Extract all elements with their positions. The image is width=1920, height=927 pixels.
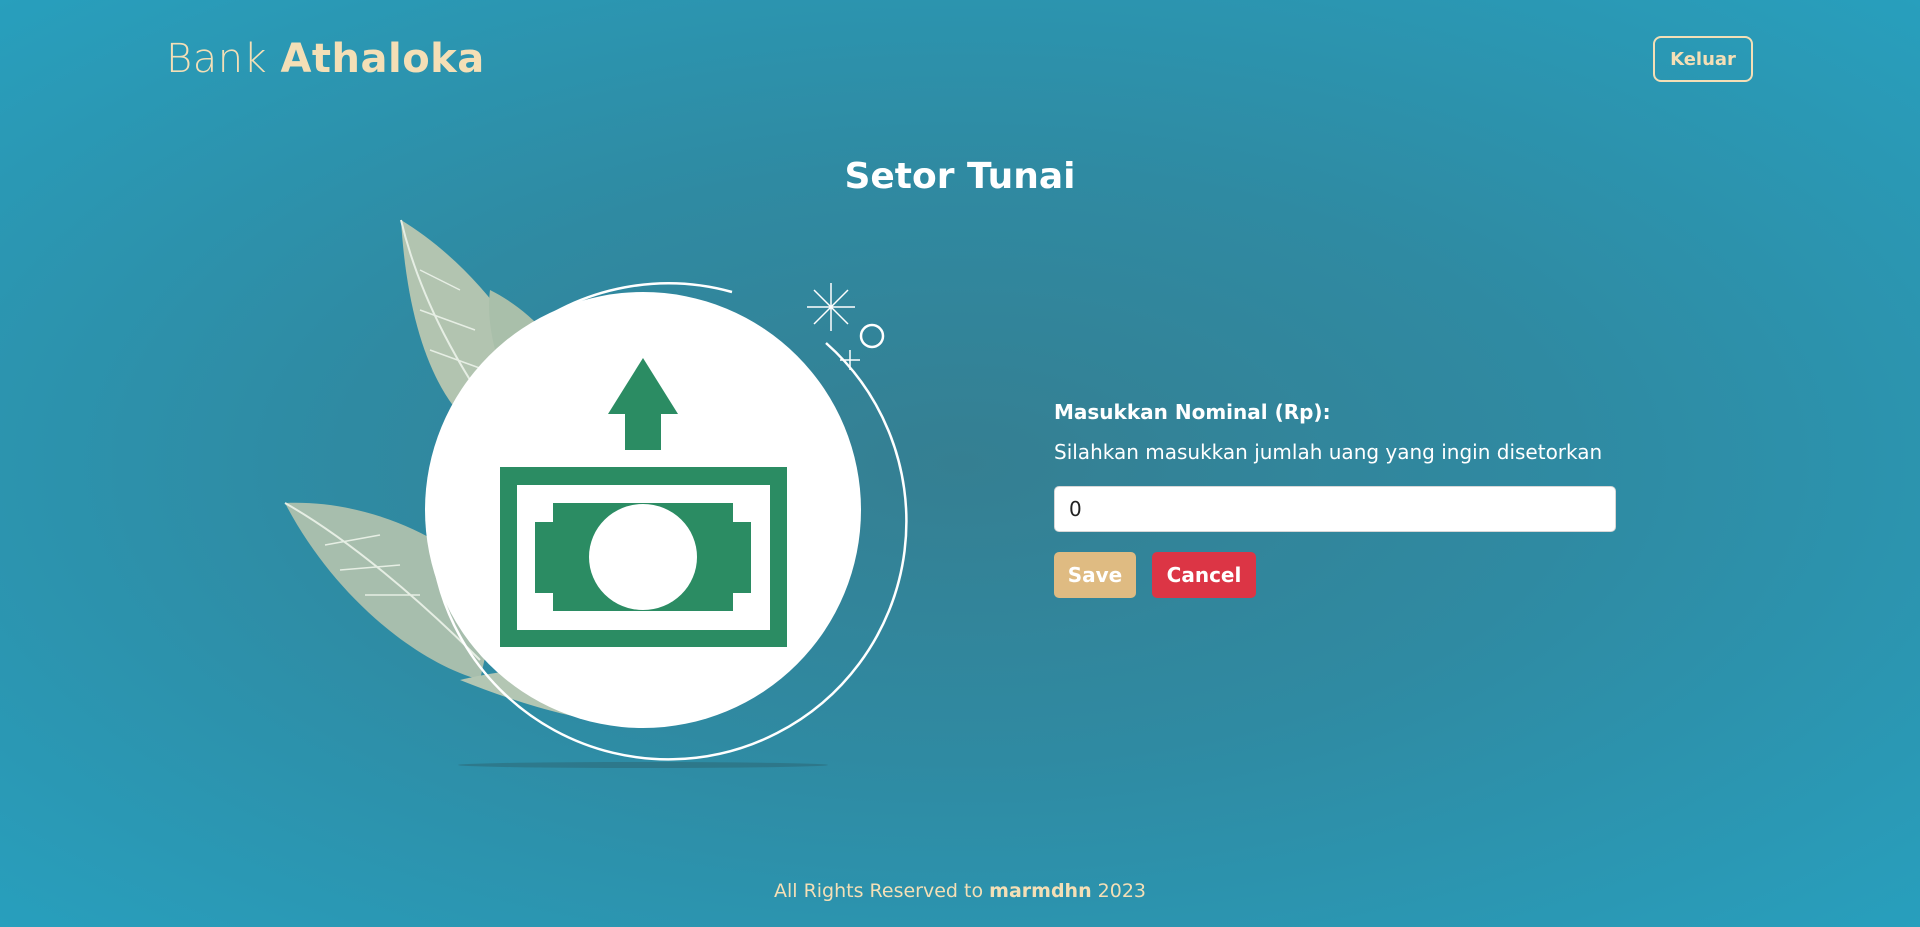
page-title: Setor Tunai — [844, 156, 1076, 197]
cancel-button[interactable]: Cancel — [1152, 552, 1256, 598]
cash-deposit-icon — [284, 219, 908, 768]
deposit-form: Masukkan Nominal (Rp): Silahkan masukkan… — [1054, 400, 1616, 598]
deposit-illustration — [270, 210, 910, 780]
brand-name: Athaloka — [280, 36, 485, 82]
amount-input[interactable] — [1054, 486, 1616, 532]
amount-help-text: Silahkan masukkan jumlah uang yang ingin… — [1054, 440, 1603, 464]
amount-label: Masukkan Nominal (Rp): — [1054, 400, 1331, 424]
brand-prefix: Bank — [166, 36, 268, 82]
footer-author: marmdhn — [989, 880, 1092, 902]
save-button[interactable]: Save — [1054, 552, 1136, 598]
brand-logo: Bank Athaloka — [166, 36, 485, 82]
form-actions: Save Cancel — [1054, 552, 1616, 598]
logout-button[interactable]: Keluar — [1653, 36, 1753, 82]
footer-prefix: All Rights Reserved to — [773, 880, 984, 902]
sparkle-icon — [807, 283, 885, 370]
banknote-icon — [500, 467, 787, 647]
footer-year: 2023 — [1097, 880, 1147, 902]
footer: All Rights Reserved to marmdhn 2023 — [0, 880, 1920, 902]
